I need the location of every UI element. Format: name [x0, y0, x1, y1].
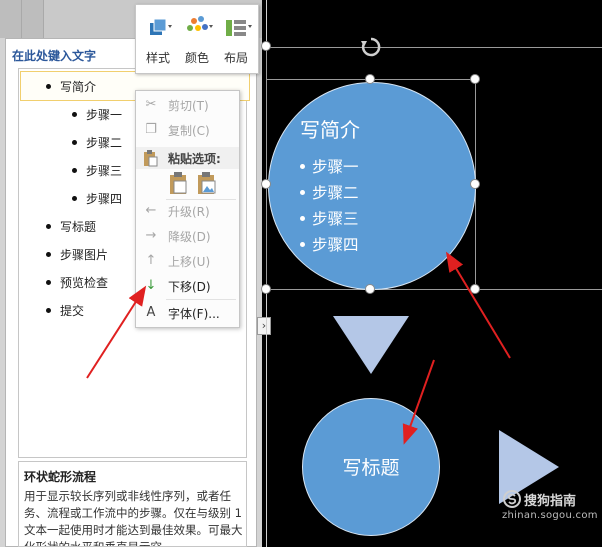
annotation-arrows — [86, 251, 511, 445]
sogou-logo-icon — [503, 490, 521, 508]
annotation-arrow — [402, 359, 435, 445]
annotation-arrow — [86, 285, 147, 379]
watermark-url: zhinan.sogou.com — [502, 510, 598, 521]
watermark: 搜狗指南 zhinan.sogou.com — [500, 488, 600, 528]
annotation-arrow — [445, 251, 511, 359]
watermark-name: 搜狗指南 — [524, 494, 577, 509]
